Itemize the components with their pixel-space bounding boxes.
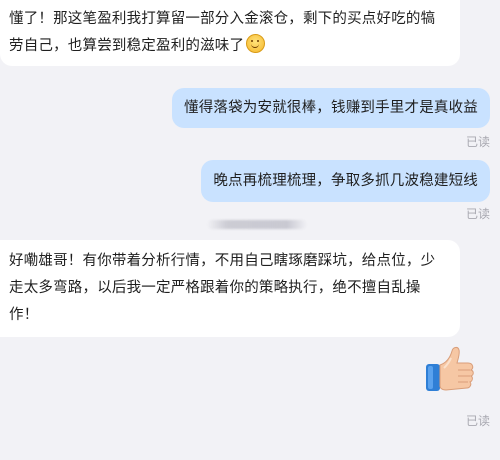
read-receipt: 已读 [465, 135, 490, 149]
outgoing-message-bubble[interactable]: 晚点再梳理梳理，争取多抓几波稳建短线 [201, 160, 490, 202]
message-text: 好嘞雄哥！有你带着分析行情，不用自己瞎琢磨踩坑，给点位，少走太多弯路，以后我一定… [9, 253, 436, 323]
outgoing-message-bubble[interactable]: 懂得落袋为安就很棒，钱赚到手里才是真收益 [172, 88, 490, 128]
message-text: 晚点再梳理梳理，争取多抓几波稳建短线 [213, 173, 478, 189]
thumbs-up-sticker[interactable] [424, 344, 476, 394]
smile-emoji-icon [246, 34, 266, 53]
message-text: 懂得落袋为安就很棒，钱赚到手里才是真收益 [184, 100, 478, 116]
blurred-content [207, 220, 307, 229]
read-receipt: 已读 [465, 414, 490, 428]
read-receipt: 已读 [465, 207, 490, 221]
incoming-message-bubble[interactable]: 好嘞雄哥！有你带着分析行情，不用自己瞎琢磨踩坑，给点位，少走太多弯路，以后我一定… [0, 240, 460, 337]
incoming-message-bubble[interactable]: 懂了！那这笔盈利我打算留一部分入金滚仓，剩下的买点好吃的犒劳自己，也算尝到稳定盈… [0, 0, 460, 66]
message-text: 懂了！那这笔盈利我打算留一部分入金滚仓，剩下的买点好吃的犒劳自己，也算尝到稳定盈… [9, 11, 436, 54]
thumbs-up-icon [426, 347, 474, 391]
